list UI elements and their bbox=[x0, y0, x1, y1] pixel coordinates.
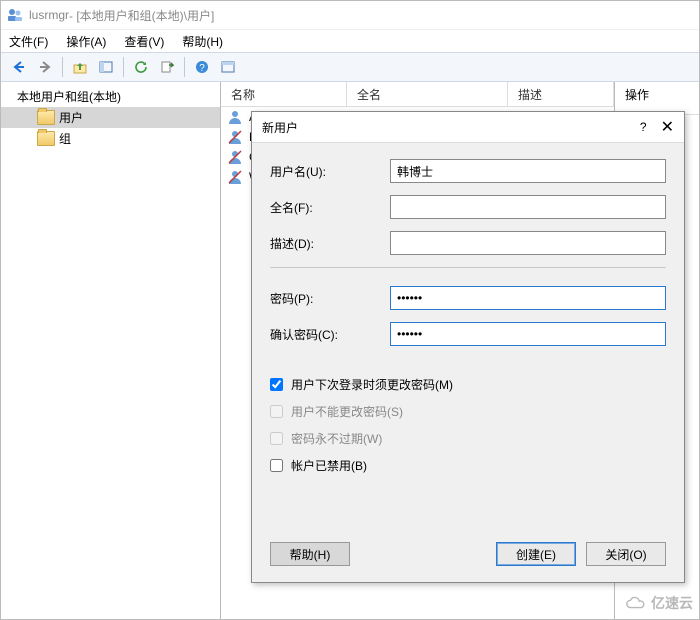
toolbar-sep bbox=[184, 57, 185, 77]
title-app: lusrmgr bbox=[29, 8, 69, 22]
cloud-icon bbox=[625, 596, 647, 610]
forward-button[interactable] bbox=[33, 55, 57, 79]
new-user-dialog: 新用户 ? ✕ 用户名(U): 全名(F): 描述(D): 密码(P): bbox=[251, 111, 685, 583]
password-input[interactable] bbox=[390, 286, 666, 310]
user-icon bbox=[227, 149, 243, 165]
show-hide-tree-button[interactable] bbox=[94, 55, 118, 79]
menu-view[interactable]: 查看(V) bbox=[124, 33, 164, 50]
confirm-password-label: 确认密码(C): bbox=[270, 326, 390, 343]
folder-icon bbox=[37, 110, 55, 125]
dialog-title: 新用户 bbox=[262, 119, 298, 136]
must-change-password-checkbox[interactable]: 用户下次登录时须更改密码(M) bbox=[270, 376, 666, 393]
back-button[interactable] bbox=[7, 55, 31, 79]
dialog-footer: 帮助(H) 创建(E) 关闭(O) bbox=[270, 542, 666, 566]
col-fullname[interactable]: 全名 bbox=[347, 82, 508, 106]
toolbar: ? bbox=[1, 52, 699, 82]
cannot-change-password-box bbox=[270, 405, 283, 418]
toolbar-sep bbox=[123, 57, 124, 77]
col-name[interactable]: 名称 bbox=[221, 82, 347, 106]
never-expire-label: 密码永不过期(W) bbox=[291, 430, 382, 447]
tree-groups-label: 组 bbox=[59, 130, 71, 147]
menu-bar: 文件(F) 操作(A) 查看(V) 帮助(H) bbox=[1, 29, 699, 52]
title-suffix: - [本地用户和组(本地)\用户] bbox=[69, 7, 214, 24]
toolbar-sep bbox=[62, 57, 63, 77]
separator bbox=[270, 267, 666, 268]
username-label: 用户名(U): bbox=[270, 163, 390, 180]
password-label: 密码(P): bbox=[270, 290, 390, 307]
user-icon bbox=[227, 169, 243, 185]
help-button[interactable]: ? bbox=[190, 55, 214, 79]
svg-text:?: ? bbox=[199, 63, 205, 74]
menu-help[interactable]: 帮助(H) bbox=[182, 33, 223, 50]
tree-groups[interactable]: 组 bbox=[1, 128, 220, 149]
account-disabled-checkbox[interactable]: 帐户已禁用(B) bbox=[270, 457, 666, 474]
desc-label: 描述(D): bbox=[270, 235, 390, 252]
account-disabled-box[interactable] bbox=[270, 459, 283, 472]
close-button[interactable]: 关闭(O) bbox=[586, 542, 666, 566]
dialog-help-icon[interactable]: ? bbox=[640, 120, 647, 134]
dialog-body: 用户名(U): 全名(F): 描述(D): 密码(P): 确认密码(C): bbox=[252, 143, 684, 474]
tree-pane[interactable]: 本地用户和组(本地) 用户 组 bbox=[1, 82, 221, 620]
user-icon bbox=[227, 129, 243, 145]
app-icon bbox=[7, 7, 23, 23]
cannot-change-password-checkbox: 用户不能更改密码(S) bbox=[270, 403, 666, 420]
tree-root[interactable]: 本地用户和组(本地) bbox=[1, 86, 220, 107]
menu-action[interactable]: 操作(A) bbox=[66, 33, 106, 50]
tree-users[interactable]: 用户 bbox=[1, 107, 220, 128]
account-disabled-label: 帐户已禁用(B) bbox=[291, 457, 367, 474]
watermark: 亿速云 bbox=[625, 593, 693, 613]
watermark-text: 亿速云 bbox=[651, 593, 693, 613]
username-input[interactable] bbox=[390, 159, 666, 183]
confirm-password-input[interactable] bbox=[390, 322, 666, 346]
must-change-password-label: 用户下次登录时须更改密码(M) bbox=[291, 376, 453, 393]
never-expire-checkbox: 密码永不过期(W) bbox=[270, 430, 666, 447]
never-expire-box bbox=[270, 432, 283, 445]
help-button[interactable]: 帮助(H) bbox=[270, 542, 350, 566]
desc-input[interactable] bbox=[390, 231, 666, 255]
view-button[interactable] bbox=[216, 55, 240, 79]
tree-users-label: 用户 bbox=[59, 109, 83, 126]
lusrmgr-window: lusrmgr - [本地用户和组(本地)\用户] 文件(F) 操作(A) 查看… bbox=[0, 0, 700, 620]
folder-icon bbox=[37, 131, 55, 146]
create-button[interactable]: 创建(E) bbox=[496, 542, 576, 566]
export-list-button[interactable] bbox=[155, 55, 179, 79]
col-desc[interactable]: 描述 bbox=[508, 82, 614, 106]
fullname-input[interactable] bbox=[390, 195, 666, 219]
tree-root-label: 本地用户和组(本地) bbox=[17, 88, 121, 105]
close-icon[interactable]: ✕ bbox=[661, 117, 674, 137]
list-header: 名称 全名 描述 bbox=[221, 82, 614, 107]
fullname-label: 全名(F): bbox=[270, 199, 390, 216]
title-bar: lusrmgr - [本地用户和组(本地)\用户] bbox=[1, 1, 699, 29]
dialog-titlebar: 新用户 ? ✕ bbox=[252, 112, 684, 143]
user-icon bbox=[227, 109, 243, 125]
menu-file[interactable]: 文件(F) bbox=[9, 33, 48, 50]
must-change-password-box[interactable] bbox=[270, 378, 283, 391]
cannot-change-password-label: 用户不能更改密码(S) bbox=[291, 403, 403, 420]
up-button[interactable] bbox=[68, 55, 92, 79]
refresh-button[interactable] bbox=[129, 55, 153, 79]
